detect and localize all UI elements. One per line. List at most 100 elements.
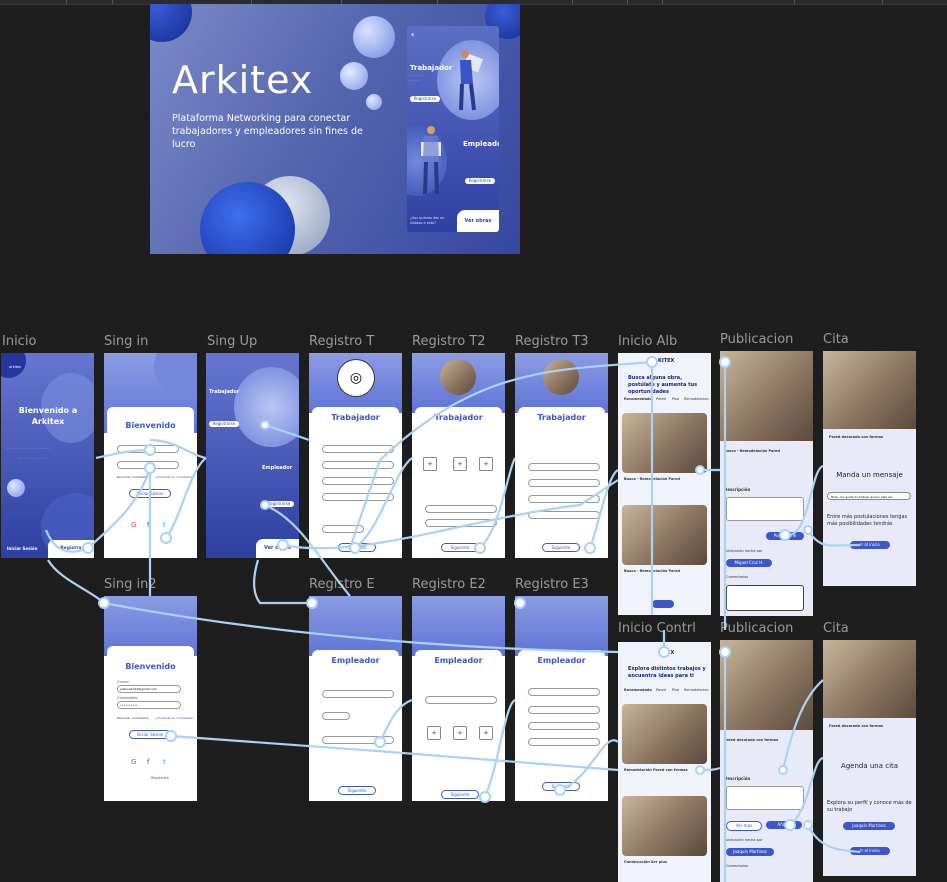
frame-publicacion-2[interactable]: Pared decorada con formas Descripción Ve…	[720, 640, 813, 882]
frame-registro-t3[interactable]: Trabajador Siguiente	[515, 353, 608, 558]
nav-bar[interactable]	[652, 600, 674, 608]
form-field[interactable]	[528, 688, 600, 696]
form-field[interactable]	[528, 495, 600, 503]
explore-note: Explora su perfil y conoce más de su tra…	[827, 800, 912, 813]
tab-recomendado[interactable]: Recomendado	[624, 688, 652, 692]
facebook-icon[interactable]: f	[147, 521, 149, 529]
email-field[interactable]: joaksuel123@gmail.com	[117, 685, 181, 693]
remember-checkbox[interactable]: Recordar contraseña	[117, 475, 148, 479]
form-field[interactable]	[528, 738, 600, 746]
add-photo-slot[interactable]: +	[423, 457, 437, 471]
signup-register-1[interactable]: Registrarse	[209, 421, 239, 427]
frame-label: Inicio Alb	[618, 334, 678, 349]
form-field[interactable]	[322, 461, 394, 469]
author-chip[interactable]: Joaquín Martínez	[843, 822, 895, 830]
apply-button[interactable]: Postularme	[766, 532, 804, 540]
form-field[interactable]	[322, 445, 394, 453]
tab-pared[interactable]: Pared	[656, 688, 666, 692]
published-by-label: Publicación hecha por	[724, 838, 763, 842]
form-field[interactable]	[322, 493, 394, 501]
tab-pared[interactable]: Pared	[656, 397, 666, 401]
frame-cita-1[interactable]: Pared decorada con formas Manda un mensa…	[823, 351, 916, 586]
form-field[interactable]	[528, 722, 600, 730]
cover-register-button-2[interactable]: Registrarse	[465, 178, 495, 184]
next-button[interactable]: Siguiente	[542, 782, 580, 791]
tab-remodelacion[interactable]: Remodelacion	[684, 688, 709, 692]
login-link[interactable]: Iniciar Sesión	[7, 546, 37, 551]
next-button[interactable]: Siguiente	[441, 790, 479, 799]
frame-registro-e[interactable]: Empleador Siguiente	[309, 596, 402, 801]
form-field[interactable]	[322, 736, 394, 744]
form-field[interactable]	[322, 712, 350, 720]
frame-registro-t[interactable]: Trabajador Siguiente ◎	[309, 353, 402, 558]
form-field[interactable]	[528, 706, 600, 714]
comment-input[interactable]	[726, 585, 804, 611]
next-button[interactable]: Siguiente	[338, 786, 376, 795]
twitter-icon[interactable]: t	[163, 521, 166, 529]
signup-register-2[interactable]: Registrarse	[264, 501, 294, 507]
next-button[interactable]: Siguiente	[542, 543, 580, 552]
password-field[interactable]: ••••••••••	[117, 701, 181, 709]
google-icon[interactable]: G	[131, 758, 136, 766]
post-title[interactable]: Remodelación Pared con formas	[624, 768, 688, 772]
forgot-link[interactable]: ¿Olvidaste la contraseña?	[155, 716, 194, 720]
frame-cita-2[interactable]: Pared decorada con formas Agenda una cit…	[823, 640, 916, 876]
login-button[interactable]: Iniciar Sesion	[129, 730, 171, 739]
form-field[interactable]	[528, 479, 600, 487]
go-home-button[interactable]: Ir al inicio	[850, 541, 890, 549]
frame-inicio-contrl[interactable]: KITEX Explora distintos trabajos y encue…	[618, 642, 711, 882]
form-field[interactable]	[322, 690, 394, 698]
form-field[interactable]	[425, 505, 497, 513]
post-title[interactable]: Busco - Remodelación Pared	[624, 569, 680, 573]
next-button[interactable]: Siguiente	[441, 543, 479, 552]
form-field[interactable]	[528, 463, 600, 471]
add-photo-slot[interactable]: +	[479, 726, 493, 740]
google-icon[interactable]: G	[131, 521, 136, 529]
email-field[interactable]	[117, 445, 179, 453]
go-home-button[interactable]: Ir al inicio	[850, 847, 890, 855]
register-link[interactable]: Registrate	[151, 776, 169, 780]
form-field[interactable]	[425, 519, 497, 527]
remember-checkbox[interactable]: Recordar contraseña	[117, 716, 148, 720]
cover-frame[interactable]: Arkitex Plataforma Networking para conec…	[150, 4, 520, 254]
add-photo-slot[interactable]: +	[479, 457, 493, 471]
post-title[interactable]: Busco - Remodelación Pared	[624, 477, 680, 481]
frame-sign-in-2[interactable]: Bienvenido Correo joaksuel123@gmail.com …	[104, 596, 197, 801]
form-field[interactable]	[322, 525, 364, 533]
frame-registro-e3[interactable]: Empleador Siguiente	[515, 596, 608, 801]
author-chip[interactable]: Miguel Cruz H.	[726, 559, 772, 567]
forgot-link[interactable]: ¿Olvidaste la contraseña?	[155, 475, 194, 479]
frame-sign-up[interactable]: Trabajador Registrarse Empleador Registr…	[206, 353, 299, 558]
form-field[interactable]	[528, 511, 600, 519]
login-button[interactable]: Iniciar Sesion	[129, 489, 171, 498]
tab-piso[interactable]: Piso	[672, 688, 679, 692]
tab-recomendado[interactable]: Recomendado	[624, 397, 652, 401]
author-chip[interactable]: Joaquín Martínez	[726, 848, 774, 856]
frame-inicio-alb[interactable]: KITEX Busca alguna obra, postúlate y aum…	[618, 353, 711, 615]
password-field[interactable]	[117, 461, 179, 469]
frame-publicacion-1[interactable]: Busco - Remodelación Pared Descripción P…	[720, 351, 813, 616]
form-field[interactable]	[425, 696, 497, 704]
add-photo-slot[interactable]: +	[453, 457, 467, 471]
view-more-button[interactable]: Ver mas	[726, 821, 762, 831]
frame-registro-t2[interactable]: Trabajador + + + Siguiente	[412, 353, 505, 558]
add-photo-slot[interactable]: +	[427, 726, 441, 740]
twitter-icon[interactable]: t	[163, 758, 166, 766]
register-button[interactable]: Registrar	[48, 540, 94, 558]
tab-remodelacion[interactable]: Remodelacion	[684, 397, 709, 401]
cover-ver-obras-button[interactable]: Ver obras	[457, 210, 499, 232]
signup-ver-obras[interactable]: Ver obras	[256, 539, 299, 558]
camera-icon[interactable]: ◎	[337, 359, 375, 397]
add-photo-slot[interactable]: +	[453, 726, 467, 740]
tab-piso[interactable]: Piso	[672, 397, 679, 401]
form-field[interactable]	[322, 477, 394, 485]
next-button[interactable]: Siguiente	[338, 543, 376, 552]
post-title[interactable]: Construcción Ser plus	[624, 860, 667, 864]
cover-register-button-1[interactable]: Registrarse	[410, 96, 440, 102]
add-button[interactable]: Añadir	[766, 821, 802, 829]
message-input[interactable]: Hola, me gusta tu trabajo quiero algo as…	[827, 492, 911, 500]
frame-inicio[interactable]: arkitex Bienvenido a Arkitex · · · · · ·…	[1, 353, 94, 558]
frame-sign-in[interactable]: Bienvenido Recordar contraseña ¿Olvidast…	[104, 353, 197, 558]
frame-registro-e2[interactable]: Empleador + + + Siguiente	[412, 596, 505, 801]
facebook-icon[interactable]: f	[147, 758, 149, 766]
